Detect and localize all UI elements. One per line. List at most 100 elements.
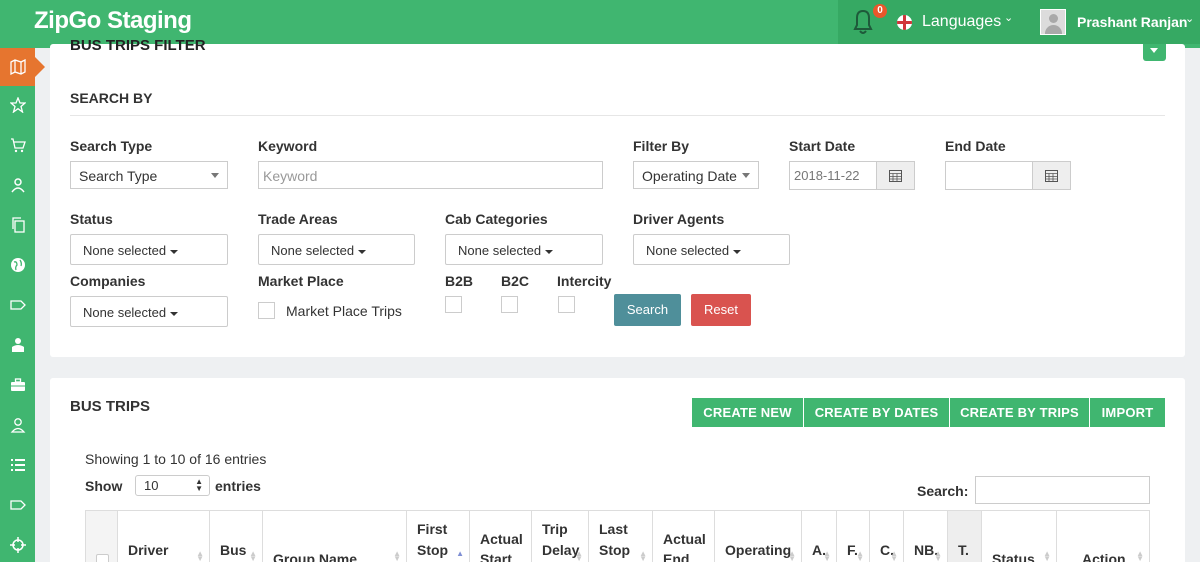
caret-icon: [545, 249, 554, 254]
crosshair-icon: [9, 537, 26, 553]
sidebar-item-map[interactable]: [0, 48, 45, 86]
column-header-actual-start[interactable]: Actual Start: [469, 511, 531, 562]
filter-panel-title: BUS TRIPS FILTER: [70, 37, 206, 54]
market-place-trips-checkbox[interactable]: [258, 302, 275, 319]
calendar-icon[interactable]: [876, 162, 914, 189]
table-search-input[interactable]: [975, 476, 1150, 504]
label-icon: [9, 500, 26, 510]
table-header: Driver ▲ ▼ Bus ▲ ▼ Group Name ▲ ▼ First Stop ▲ A…: [85, 510, 1150, 562]
trade-areas-multiselect[interactable]: None selected: [258, 234, 415, 265]
search-button[interactable]: Search: [614, 294, 681, 326]
cab-categories-multiselect[interactable]: None selected: [445, 234, 603, 265]
create-new-button[interactable]: CREATE NEW: [692, 398, 803, 427]
bus-trips-filter-panel: BUS TRIPS FILTER SEARCH BY Search Type S…: [50, 37, 1185, 357]
sidebar-item-list[interactable]: [0, 446, 35, 484]
column-header-status[interactable]: Status ▲ ▼: [981, 511, 1056, 562]
search-type-value: Search Type: [79, 168, 158, 184]
notifications-button[interactable]: 0: [846, 4, 887, 36]
column-label: Actual: [663, 531, 706, 547]
column-header-t[interactable]: T.: [947, 511, 981, 562]
column-label: Stop: [417, 542, 449, 558]
app-title[interactable]: ZipGo Staging: [34, 7, 192, 35]
column-label: Stop: [599, 542, 631, 558]
start-date-label: Start Date: [789, 138, 856, 154]
column-header-c[interactable]: C. ▲ ▼: [869, 511, 903, 562]
intercity-checkbox[interactable]: [558, 296, 575, 313]
status-label: Status: [70, 211, 113, 227]
column-header-action[interactable]: Action ▲ ▼: [1056, 511, 1150, 562]
reset-button[interactable]: Reset: [691, 294, 751, 326]
sidebar-item-orders[interactable]: [0, 126, 35, 164]
tag-icon: [9, 300, 26, 310]
agent-icon: [11, 338, 24, 352]
b2c-checkbox[interactable]: [501, 296, 518, 313]
sidebar-item-tracking[interactable]: [0, 526, 35, 562]
column-label: T.: [958, 542, 969, 558]
column-header-first-stop[interactable]: First Stop ▲: [406, 511, 469, 562]
caret-icon: [733, 249, 742, 254]
column-header-actual-end[interactable]: Actual End: [652, 511, 714, 562]
sidebar-item-favorites[interactable]: [0, 86, 35, 124]
create-by-trips-button[interactable]: CREATE BY TRIPS: [950, 398, 1089, 427]
sidebar-item-agents[interactable]: [0, 326, 35, 364]
column-label: Action: [1082, 551, 1126, 562]
sidebar-item-globe[interactable]: [0, 246, 35, 284]
sidebar-item-profile[interactable]: [0, 406, 35, 444]
keyword-input[interactable]: Keyword: [258, 161, 603, 189]
column-label: End: [663, 551, 690, 562]
start-date-value: 2018-11-22: [794, 168, 860, 183]
driver-agents-multiselect[interactable]: None selected: [633, 234, 790, 265]
collapse-toggle-button[interactable]: [1143, 44, 1166, 61]
import-button[interactable]: IMPORT: [1090, 398, 1165, 427]
column-header-last-stop[interactable]: Last Stop ▲ ▼: [588, 511, 652, 562]
languages-dropdown[interactable]: Languages: [922, 13, 1001, 31]
column-label: Driver: [128, 542, 169, 558]
column-label: Bus: [220, 542, 247, 558]
caret-icon: [170, 249, 179, 254]
sort-icon: ▲ ▼: [393, 549, 401, 562]
sidebar-item-companies[interactable]: [0, 366, 35, 404]
bus-trips-heading: BUS TRIPS: [70, 398, 151, 415]
list-icon: [10, 459, 25, 471]
b2c-label: B2C: [501, 273, 530, 289]
b2b-checkbox[interactable]: [445, 296, 462, 313]
user-menu[interactable]: Prashant Ranjan: [1077, 14, 1187, 30]
filter-by-select[interactable]: Operating Date: [633, 161, 759, 189]
calendar-icon[interactable]: [1032, 162, 1070, 189]
column-label: Status: [992, 551, 1035, 562]
end-date-field[interactable]: [945, 161, 1071, 190]
column-header-a[interactable]: A. ▲ ▼: [801, 511, 836, 562]
avatar[interactable]: [1040, 9, 1066, 35]
select-all-checkbox[interactable]: [96, 554, 109, 562]
column-header-driver[interactable]: Driver ▲ ▼: [117, 511, 209, 562]
column-header-nb[interactable]: NB. ▲ ▼: [903, 511, 947, 562]
spinner-arrows-icon: ▲ ▼: [195, 477, 203, 493]
sort-icon: ▲ ▼: [575, 549, 583, 562]
start-date-field[interactable]: 2018-11-22: [789, 161, 915, 190]
sidebar-item-tags[interactable]: [0, 286, 35, 324]
column-label: Group Name: [273, 551, 358, 562]
copy-icon: [11, 217, 25, 233]
create-by-dates-button[interactable]: CREATE BY DATES: [804, 398, 949, 427]
column-header-bus[interactable]: Bus ▲ ▼: [209, 511, 262, 562]
england-flag-icon: [897, 15, 912, 30]
page-size-select[interactable]: 10 ▲ ▼: [135, 475, 210, 496]
dropdown-arrow-icon: [211, 173, 219, 178]
map-icon: [9, 59, 26, 75]
sort-icon: ▲ ▼: [1136, 549, 1144, 562]
column-label: Delay: [542, 542, 580, 558]
briefcase-icon: [10, 378, 25, 391]
sort-icon: ▲ ▼: [788, 549, 796, 562]
column-label: Operating: [725, 542, 792, 558]
companies-multiselect[interactable]: None selected: [70, 296, 228, 327]
sidebar-item-users[interactable]: [0, 166, 35, 204]
sidebar-item-copy[interactable]: [0, 206, 35, 244]
column-header-operating[interactable]: Operating ▲ ▼: [714, 511, 801, 562]
column-label: Last: [599, 521, 628, 537]
column-header-f[interactable]: F. ▲ ▼: [836, 511, 869, 562]
status-multiselect[interactable]: None selected: [70, 234, 228, 265]
sidebar-item-labels[interactable]: [0, 486, 35, 524]
column-header-trip-delay[interactable]: Trip Delay ▲ ▼: [531, 511, 588, 562]
column-header-group-name[interactable]: Group Name ▲ ▼: [262, 511, 406, 562]
search-type-select[interactable]: Search Type: [70, 161, 228, 189]
